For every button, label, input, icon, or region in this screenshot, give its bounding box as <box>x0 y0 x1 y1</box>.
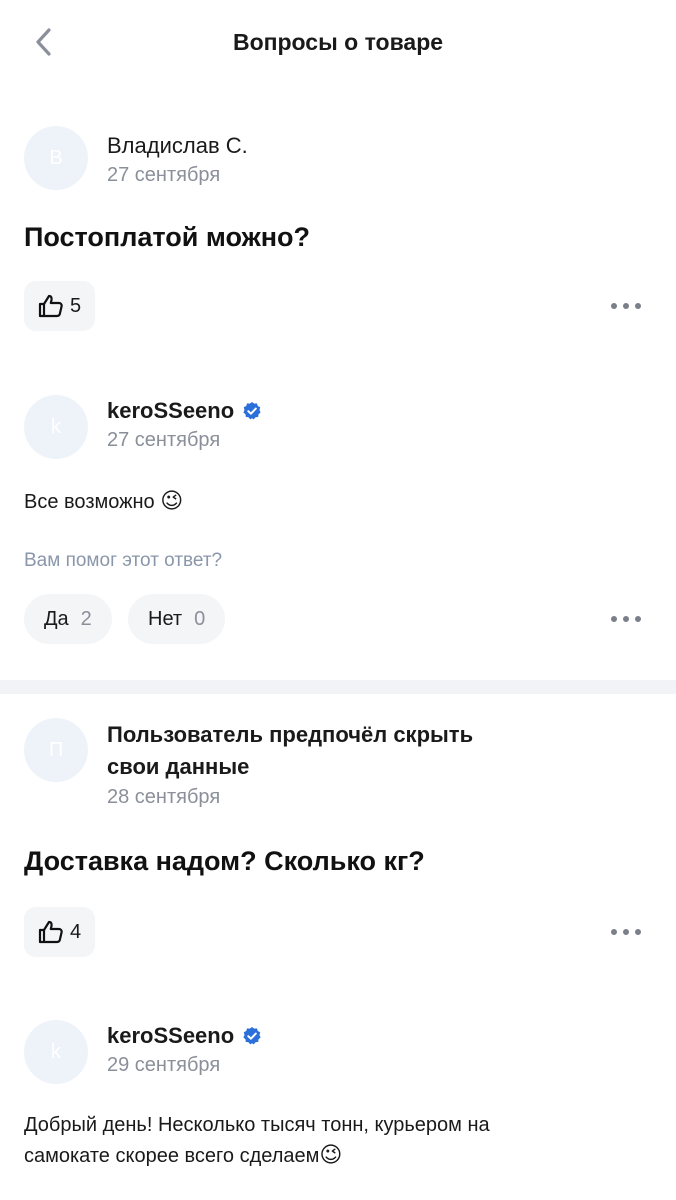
answer-line2: самокате скорее всего сделаем <box>24 1145 320 1167</box>
author-name: keroSSeeno <box>107 398 235 423</box>
dot <box>635 616 641 622</box>
section-divider <box>0 680 676 694</box>
author-name-row: keroSSeeno <box>107 395 262 426</box>
like-button[interactable]: 5 <box>24 281 96 331</box>
dot <box>611 303 617 309</box>
question-author: В Владислав С. 27 сентября <box>24 126 248 190</box>
more-options-button[interactable] <box>606 917 646 947</box>
vote-yes-button[interactable]: Да 2 <box>24 594 112 644</box>
like-count: 4 <box>70 920 82 943</box>
dot <box>623 303 629 309</box>
like-button[interactable]: 4 <box>24 907 96 957</box>
thumbs-up-icon <box>38 920 63 944</box>
avatar: П <box>24 718 88 782</box>
question-date: 28 сентября <box>107 786 221 808</box>
answer-body: Все возможно <box>24 491 155 513</box>
vote-yes-label: Да <box>44 607 69 630</box>
question-text: Постоплатой можно? <box>24 222 311 252</box>
author-name-cont: свои данные <box>107 751 473 783</box>
helpful-prompt: Вам помог этот ответ? <box>24 550 223 571</box>
answer-author: k keroSSeeno 27 сентября <box>24 395 262 459</box>
answer-author: k keroSSeeno 29 сентября <box>24 1020 262 1084</box>
answer-text: Все возможно 😉 <box>24 486 183 517</box>
author-name: Пользователь предпочёл скрыть <box>107 719 473 751</box>
verified-badge-icon <box>243 401 261 419</box>
top-bar: Вопросы о товаре <box>0 0 676 88</box>
verified-badge-icon <box>243 1026 261 1044</box>
more-options-button[interactable] <box>606 291 646 321</box>
vote-yes-count: 2 <box>80 607 92 630</box>
answer-line1: Добрый день! Несколько тысяч тонн, курье… <box>24 1114 490 1136</box>
question-text: Доставка надом? Сколько кг? <box>24 846 425 876</box>
answer-text: Добрый день! Несколько тысяч тонн, курье… <box>24 1110 490 1171</box>
thumbs-up-icon <box>38 294 63 318</box>
vote-no-label: Нет <box>148 607 183 630</box>
avatar: В <box>24 126 88 190</box>
author-name-row: keroSSeeno <box>107 1020 262 1051</box>
dot <box>611 929 617 935</box>
avatar: k <box>24 1020 88 1084</box>
dot <box>623 616 629 622</box>
answer-date: 27 сентября <box>107 429 221 451</box>
vote-no-button[interactable]: Нет 0 <box>128 594 226 644</box>
page-title: Вопросы о товаре <box>232 29 444 55</box>
like-count: 5 <box>70 294 82 317</box>
question-author: П Пользователь предпочёл скрыть свои дан… <box>24 718 473 809</box>
answer-line2-row: самокате скорее всего сделаем😉 <box>24 1140 490 1171</box>
dot <box>635 929 641 935</box>
answer-date: 29 сентября <box>107 1054 221 1076</box>
author-name: keroSSeeno <box>107 1023 235 1048</box>
author-name-line1: Пользователь предпочёл скрыть <box>107 722 474 747</box>
wink-emoji-icon: 😉 <box>319 1142 343 1167</box>
author-name: Владислав С. <box>107 133 248 158</box>
wink-emoji-icon: 😉 <box>160 488 184 513</box>
dot <box>611 616 617 622</box>
vote-no-count: 0 <box>194 607 206 630</box>
question-date: 27 сентября <box>107 164 221 186</box>
dot <box>623 929 629 935</box>
avatar: k <box>24 395 88 459</box>
dot <box>635 303 641 309</box>
author-name-line2: свои данные <box>107 754 250 779</box>
more-options-button[interactable] <box>606 604 646 634</box>
